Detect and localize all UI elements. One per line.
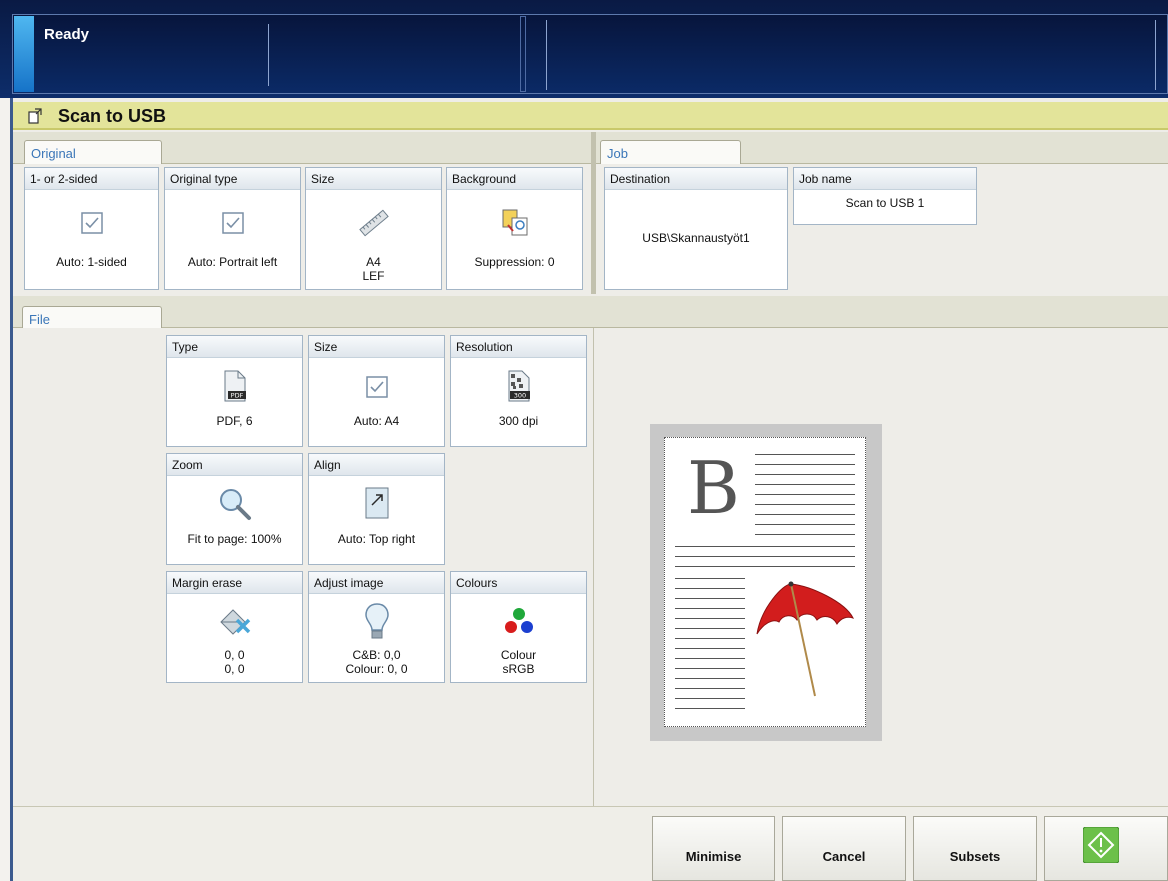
card-zoom[interactable]: Zoom Fit to page: 100% [166,453,303,565]
card-job-name[interactable]: Job name Scan to USB 1 [793,167,977,225]
card-sides-label: 1- or 2-sided [25,168,158,190]
card-job-name-value: Scan to USB 1 [845,196,925,210]
status-separator [268,24,269,86]
card-background-value: Suppression: 0 [474,255,555,269]
card-background[interactable]: Background Suppression: 0 [446,167,583,290]
minimise-button-label: Minimise [685,849,742,864]
card-resolution[interactable]: Resolution 300 300 dpi [450,335,587,447]
card-destination[interactable]: Destination USB\Skannaustyöt1 [604,167,788,290]
card-margin-erase-value: 0, 0 [224,648,245,662]
card-sides-value: Auto: 1-sided [56,255,127,269]
card-file-type-label: Type [167,336,302,358]
preview-page: B [664,437,866,727]
cancel-button-label: Cancel [822,849,866,864]
eraser-icon [219,609,250,635]
card-colours[interactable]: Colours Colour sRGB [450,571,587,683]
scan-to-usb-icon [28,108,42,124]
card-file-type[interactable]: Type PDF PDF, 6 [166,335,303,447]
checkbox-icon [365,376,388,398]
card-destination-value: USB\Skannaustyöt1 [642,231,750,245]
ruler-icon [358,209,389,237]
card-margin-erase-value-2: 0, 0 [224,662,245,676]
card-original-size-label: Size [306,168,441,190]
card-colours-value: Colour [500,648,537,662]
card-zoom-value: Fit to page: 100% [187,532,282,546]
checkbox-icon [221,212,244,234]
card-margin-erase-label: Margin erase [167,572,302,594]
card-adjust-image-value-2: Colour: 0, 0 [345,662,408,676]
status-indicator [14,16,34,92]
card-file-size-label: Size [309,336,444,358]
magnifier-icon [219,489,251,520]
cancel-button[interactable]: Cancel [782,816,906,881]
card-adjust-image-value: C&B: 0,0 [352,648,401,662]
status-text: Ready [44,26,90,43]
card-align-label: Align [309,454,444,476]
background-suppression-icon [502,209,527,236]
start-button[interactable] [1044,816,1168,881]
card-colours-value-2: sRGB [502,662,535,676]
card-zoom-label: Zoom [167,454,302,476]
status-separator [1155,20,1156,90]
minimise-button[interactable]: Minimise [652,816,775,881]
card-margin-erase[interactable]: Margin erase 0, 0 0, 0 [166,571,303,683]
start-icon [1083,827,1119,863]
rgb-colours-icon [504,608,533,633]
file-tab-strip [13,296,1168,328]
subsets-button[interactable]: Subsets [913,816,1037,881]
status-separator [546,20,547,90]
preview-initial-letter: B [687,446,740,530]
pdf-label: PDF [230,392,243,400]
card-original-size[interactable]: Size A4 LEF [305,167,442,290]
card-adjust-image-label: Adjust image [309,572,444,594]
tab-original[interactable]: Original [24,140,162,165]
title-bar [13,102,1168,130]
status-separator [520,16,526,92]
card-resolution-label: Resolution [451,336,586,358]
card-file-size-value: Auto: A4 [353,414,400,428]
resolution-badge-text: 300 [513,392,525,400]
card-background-label: Background [447,168,582,190]
card-adjust-image[interactable]: Adjust image C&B: 0,0 Colour: 0, 0 [308,571,445,683]
card-sides[interactable]: 1- or 2-sided Auto: 1-sided [24,167,159,290]
card-job-name-label: Job name [794,168,976,190]
checkbox-icon [80,212,103,234]
resolution-icon: 300 [508,370,530,402]
card-original-type-label: Original type [165,168,300,190]
card-align-value: Auto: Top right [337,532,416,546]
card-colours-label: Colours [451,572,586,594]
card-file-size[interactable]: Size Auto: A4 [308,335,445,447]
card-destination-label: Destination [605,168,787,190]
tab-job[interactable]: Job [600,140,741,165]
status-panel [12,14,1168,94]
pdf-file-icon: PDF [224,370,246,402]
card-align[interactable]: Align Auto: Top right [308,453,445,565]
card-resolution-value: 300 dpi [498,414,539,428]
card-original-size-value: A4 [366,255,381,269]
lightbulb-icon [364,603,389,639]
card-original-type[interactable]: Original type Auto: Portrait left [164,167,301,290]
page-title: Scan to USB [58,106,167,126]
align-top-right-icon [365,487,388,519]
card-original-size-orientation: LEF [362,269,385,283]
subsets-button-label: Subsets [949,849,1001,864]
card-file-type-value: PDF, 6 [216,414,253,428]
umbrella-image [756,581,854,697]
card-original-type-value: Auto: Portrait left [187,255,278,269]
